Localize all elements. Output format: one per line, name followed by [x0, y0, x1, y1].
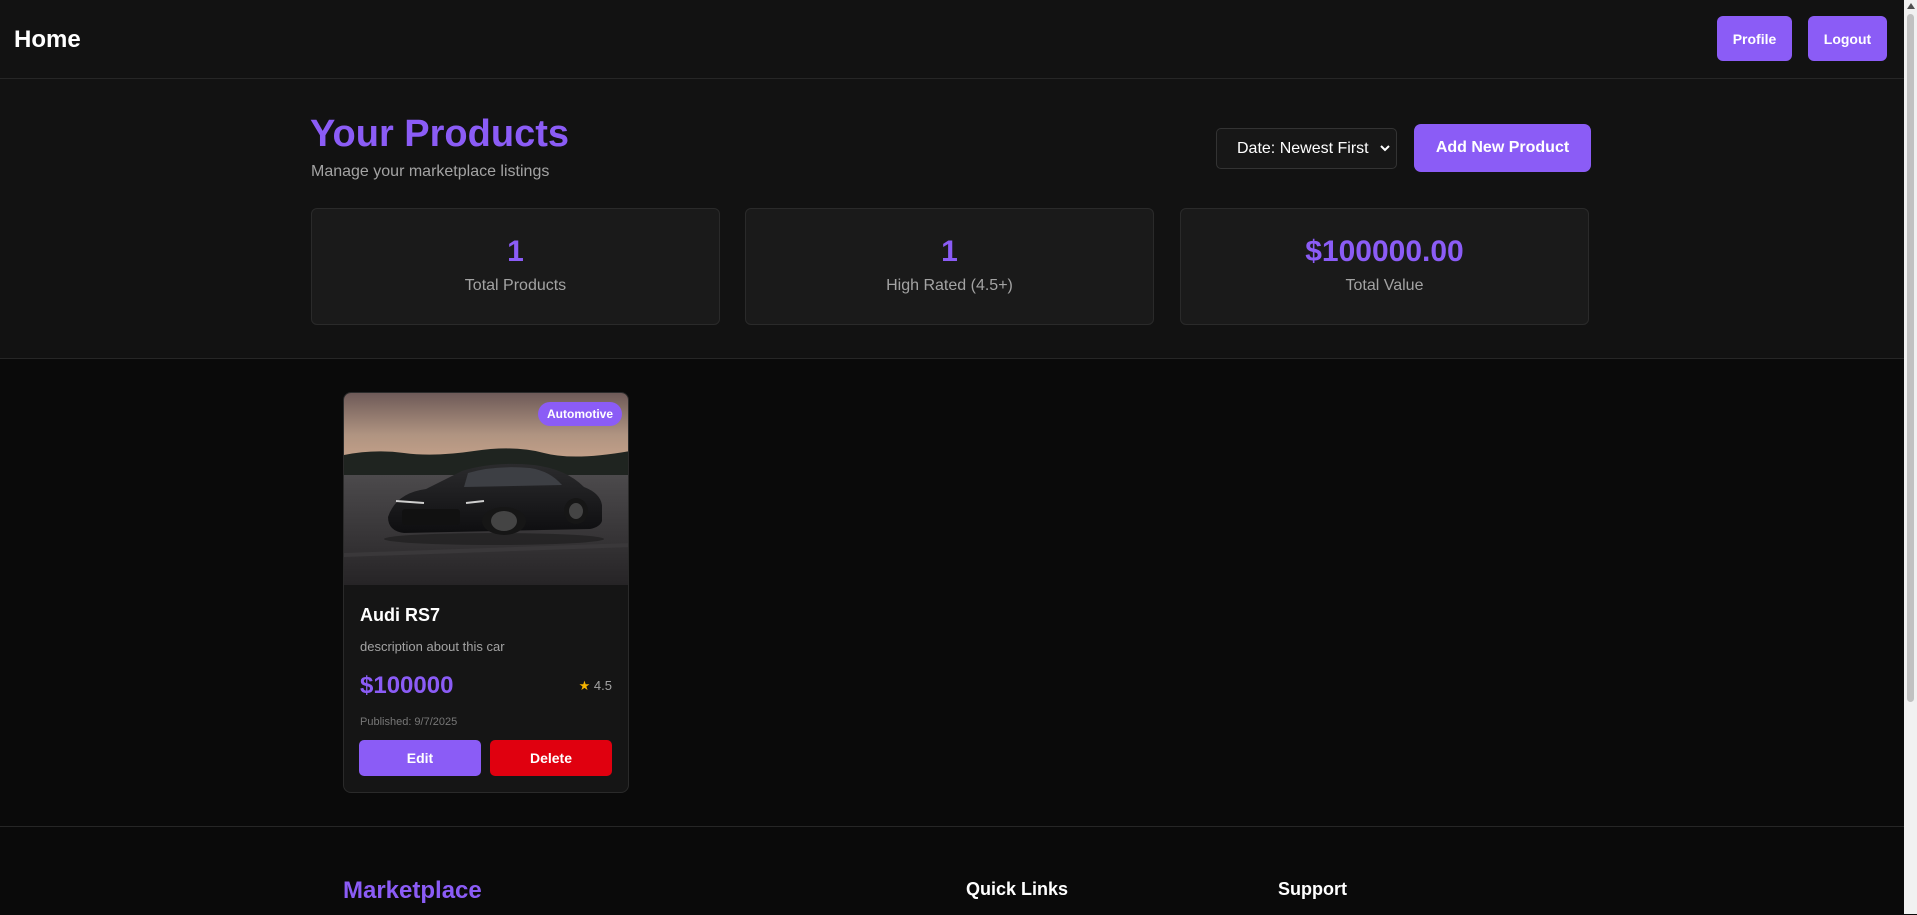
- profile-button[interactable]: Profile: [1717, 16, 1792, 61]
- footer: Marketplace Quick Links Support: [0, 826, 1904, 915]
- product-rating: ★ 4.5: [579, 678, 612, 694]
- product-price: $100000: [360, 672, 454, 699]
- page-subtitle: Manage your marketplace listings: [311, 163, 550, 180]
- stat-card-total-products: 1 Total Products: [311, 208, 720, 325]
- stat-value: $100000.00: [1305, 235, 1464, 268]
- top-navbar: Home Profile Logout: [0, 0, 1904, 79]
- chevron-down-icon: [1380, 129, 1390, 185]
- product-description: description about this car: [360, 639, 505, 654]
- rating-value: 4.5: [593, 678, 612, 693]
- product-card[interactable]: Automotive Audi RS7 description about th…: [343, 392, 629, 793]
- scrollbar-thumb[interactable]: [1907, 14, 1914, 702]
- stat-value: 1: [507, 235, 524, 268]
- page-scrollbar[interactable]: [1904, 0, 1917, 914]
- published-date: Published: 9/7/2025: [360, 716, 458, 728]
- add-new-product-button[interactable]: Add New Product: [1414, 124, 1591, 172]
- delete-button[interactable]: Delete: [490, 740, 612, 776]
- product-image: Automotive: [344, 393, 628, 585]
- star-icon: ★: [578, 678, 591, 693]
- edit-button[interactable]: Edit: [359, 740, 481, 776]
- home-title[interactable]: Home: [14, 26, 81, 54]
- category-badge: Automotive: [538, 402, 622, 426]
- page-title: Your Products: [310, 113, 569, 155]
- products-header-section: Your Products Manage your marketplace li…: [0, 79, 1904, 359]
- sort-select[interactable]: Date: Newest First: [1216, 128, 1397, 169]
- stat-value: 1: [941, 235, 958, 268]
- sort-selected-value: Date: Newest First: [1237, 140, 1369, 157]
- product-title: Audi RS7: [360, 605, 441, 625]
- scroll-up-arrow-icon[interactable]: [1907, 3, 1915, 9]
- footer-support-heading: Support: [1278, 879, 1347, 899]
- stat-card-total-value: $100000.00 Total Value: [1180, 208, 1589, 325]
- stat-label: Total Products: [464, 277, 567, 294]
- stat-label: High Rated (4.5+): [886, 277, 1013, 294]
- logout-button[interactable]: Logout: [1808, 16, 1887, 61]
- stat-label: Total Value: [1345, 277, 1424, 294]
- stat-card-high-rated: 1 High Rated (4.5+): [745, 208, 1154, 325]
- footer-quick-links-heading: Quick Links: [966, 879, 1069, 899]
- footer-brand: Marketplace: [343, 877, 482, 904]
